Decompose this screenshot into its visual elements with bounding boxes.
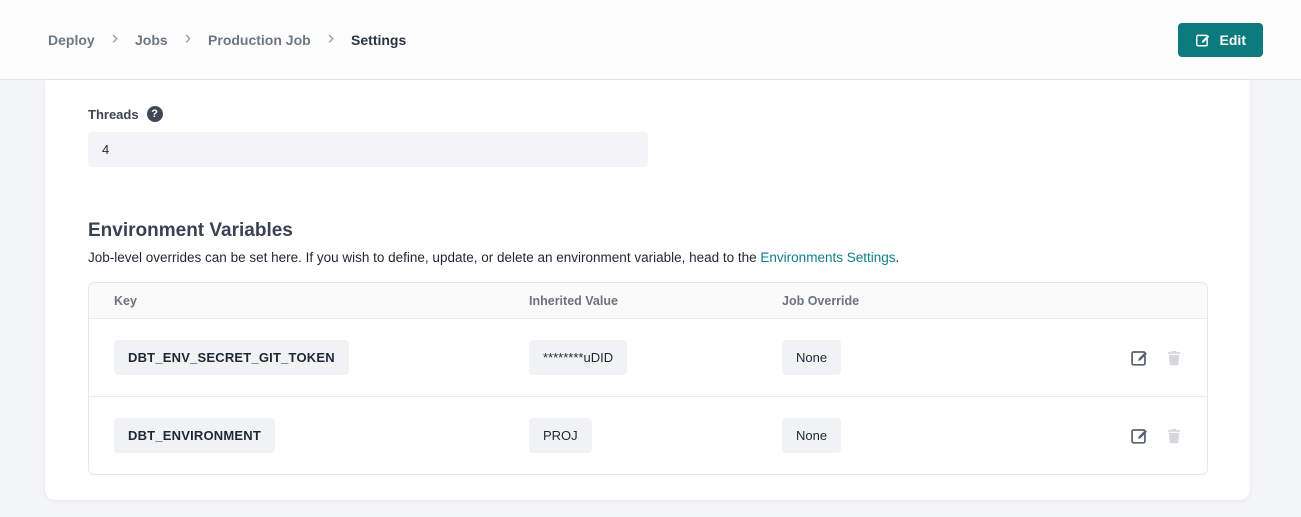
edit-row-button[interactable] (1130, 426, 1149, 445)
chevron-right-icon: › (112, 29, 118, 48)
threads-field-label-row: Threads ? (88, 106, 1207, 122)
edit-row-button[interactable] (1130, 348, 1149, 367)
job-override-badge: None (782, 418, 841, 453)
environments-settings-link[interactable]: Environments Settings (760, 250, 895, 265)
env-var-key-badge: DBT_ENV_SECRET_GIT_TOKEN (114, 340, 349, 375)
table-header-row: Key Inherited Value Job Override (89, 283, 1207, 318)
env-var-key-badge: DBT_ENVIRONMENT (114, 418, 275, 453)
edit-button[interactable]: Edit (1178, 23, 1263, 57)
description-period: . (896, 250, 900, 265)
chevron-right-icon: › (328, 29, 334, 48)
delete-row-button[interactable] (1165, 427, 1183, 445)
breadcrumb-item-production-job[interactable]: Production Job (208, 32, 311, 48)
environment-variables-title: Environment Variables (88, 220, 1207, 242)
inherited-value-badge: PROJ (529, 418, 592, 453)
edit-button-label: Edit (1220, 32, 1246, 48)
table-row: DBT_ENVIRONMENT PROJ None (89, 396, 1207, 474)
environment-variables-description: Job-level overrides can be set here. If … (88, 250, 1207, 265)
trash-icon (1165, 349, 1183, 367)
breadcrumb: Deploy › Jobs › Production Job › Setting… (48, 30, 406, 49)
top-bar: Deploy › Jobs › Production Job › Setting… (0, 0, 1301, 80)
breadcrumb-item-jobs[interactable]: Jobs (135, 32, 168, 48)
column-header-key: Key (89, 294, 529, 308)
question-circle-icon[interactable]: ? (147, 106, 163, 122)
trash-icon (1165, 427, 1183, 445)
delete-row-button[interactable] (1165, 349, 1183, 367)
settings-panel: Threads ? Environment Variables Job-leve… (45, 80, 1250, 500)
column-header-inherited-value: Inherited Value (529, 294, 782, 308)
threads-input[interactable] (88, 132, 648, 167)
job-override-badge: None (782, 340, 841, 375)
pencil-square-icon (1130, 348, 1149, 367)
table-row: DBT_ENV_SECRET_GIT_TOKEN ********uDID No… (89, 318, 1207, 396)
breadcrumb-item-settings: Settings (351, 32, 406, 48)
pencil-square-icon (1195, 32, 1211, 48)
environment-variables-table: Key Inherited Value Job Override DBT_ENV… (88, 282, 1208, 475)
chevron-right-icon: › (185, 29, 191, 48)
column-header-job-override: Job Override (782, 294, 1087, 308)
breadcrumb-item-deploy[interactable]: Deploy (48, 32, 95, 48)
inherited-value-badge: ********uDID (529, 340, 627, 375)
description-text: Job-level overrides can be set here. If … (88, 250, 760, 265)
threads-label: Threads (88, 107, 139, 122)
pencil-square-icon (1130, 426, 1149, 445)
